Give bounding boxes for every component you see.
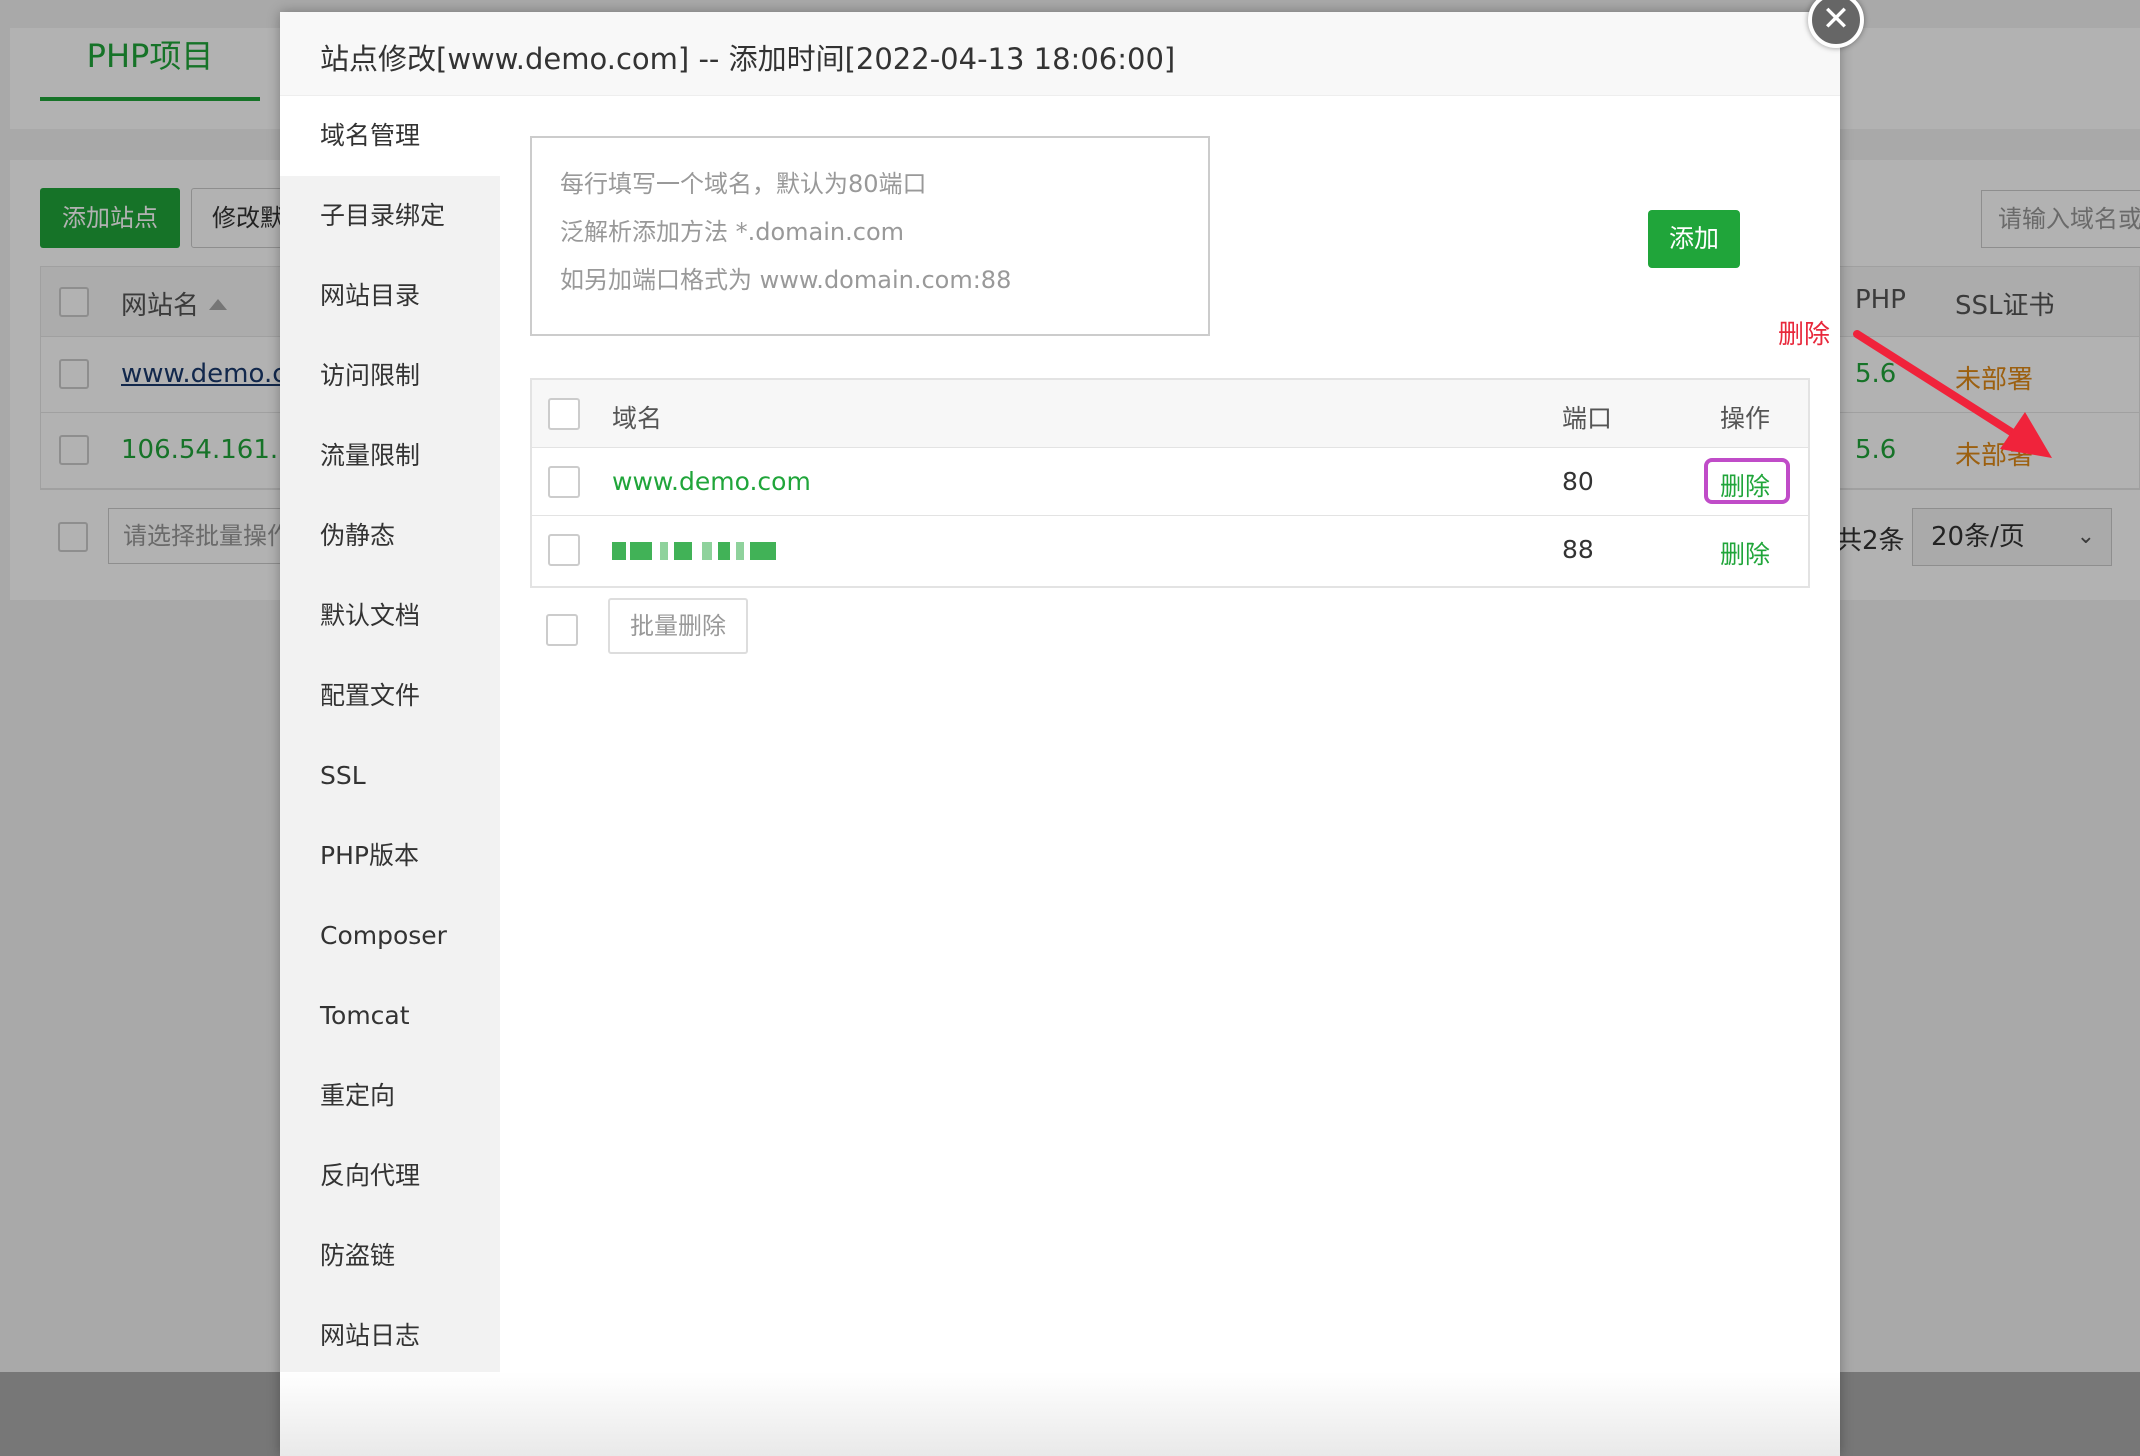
column-header-domain: 域名 (612, 404, 663, 433)
modal-sidebar: 域名管理 子目录绑定 网站目录 访问限制 流量限制 伪静态 默认文档 配置文件 … (280, 96, 500, 1456)
sidebar-item-traffic-limit[interactable]: 流量限制 (280, 416, 500, 496)
sidebar-item-php-version[interactable]: PHP版本 (280, 816, 500, 896)
sidebar-item-subdirectory-binding[interactable]: 子目录绑定 (280, 176, 500, 256)
sidebar-item-site-log[interactable]: 网站日志 (280, 1296, 500, 1376)
delete-domain-link[interactable]: 删除 (1720, 467, 1770, 503)
delete-domain-link[interactable]: 删除 (1720, 535, 1770, 571)
table-row: 88 删除 (532, 516, 1808, 584)
domain-hint-line: 如另加端口格式为 www.domain.com:88 (560, 266, 1012, 294)
domain-input-textarea[interactable]: 每行填写一个域名，默认为80端口 泛解析添加方法 *.domain.com 如另… (530, 136, 1210, 336)
row-checkbox[interactable] (548, 534, 580, 566)
domain-hint-line: 泛解析添加方法 *.domain.com (560, 218, 905, 246)
modal-bottom-fade (280, 1372, 1840, 1456)
sidebar-item-config-file[interactable]: 配置文件 (280, 656, 500, 736)
sidebar-item-hotlink-protection[interactable]: 防盗链 (280, 1216, 500, 1296)
table-row: www.demo.com 80 删除 (532, 448, 1808, 516)
add-domain-button[interactable]: 添加 (1648, 210, 1740, 268)
domain-table: 域名 端口 操作 www.demo.com 80 删除 88 删除 (530, 378, 1810, 588)
sidebar-item-ssl[interactable]: SSL (280, 736, 500, 816)
select-all-domains-checkbox[interactable] (548, 398, 580, 430)
sidebar-item-reverse-proxy[interactable]: 反向代理 (280, 1136, 500, 1216)
sidebar-item-composer[interactable]: Composer (280, 896, 500, 976)
annotation-arrow-icon (1853, 330, 2052, 458)
sidebar-item-rewrite[interactable]: 伪静态 (280, 496, 500, 576)
domain-management-panel: 每行填写一个域名，默认为80端口 泛解析添加方法 *.domain.com 如另… (500, 96, 1840, 1456)
domain-port: 88 (1562, 535, 1594, 564)
site-edit-modal: 站点修改[www.demo.com] -- 添加时间[2022-04-13 18… (280, 12, 2052, 1456)
domain-hint-line: 每行填写一个域名，默认为80端口 (560, 170, 927, 198)
modal-title: 站点修改[www.demo.com] -- 添加时间[2022-04-13 18… (320, 42, 1176, 76)
batch-delete-button[interactable]: 批量删除 (608, 598, 748, 654)
domain-port: 80 (1562, 467, 1594, 496)
domain-name: www.demo.com (612, 467, 811, 496)
sidebar-item-default-document[interactable]: 默认文档 (280, 576, 500, 656)
batch-select-checkbox[interactable] (546, 614, 578, 646)
sidebar-item-redirect[interactable]: 重定向 (280, 1056, 500, 1136)
sidebar-item-tomcat[interactable]: Tomcat (280, 976, 500, 1056)
modal-header: 站点修改[www.demo.com] -- 添加时间[2022-04-13 18… (280, 12, 1840, 96)
column-header-action: 操作 (1720, 404, 1771, 433)
sidebar-item-site-directory[interactable]: 网站目录 (280, 256, 500, 336)
domain-table-header: 域名 端口 操作 (532, 380, 1808, 448)
domain-name-redacted (612, 538, 782, 564)
row-checkbox[interactable] (548, 466, 580, 498)
sidebar-item-domain-management[interactable]: 域名管理 (280, 96, 500, 176)
sidebar-item-access-restriction[interactable]: 访问限制 (280, 336, 500, 416)
column-header-port: 端口 (1562, 404, 1613, 433)
